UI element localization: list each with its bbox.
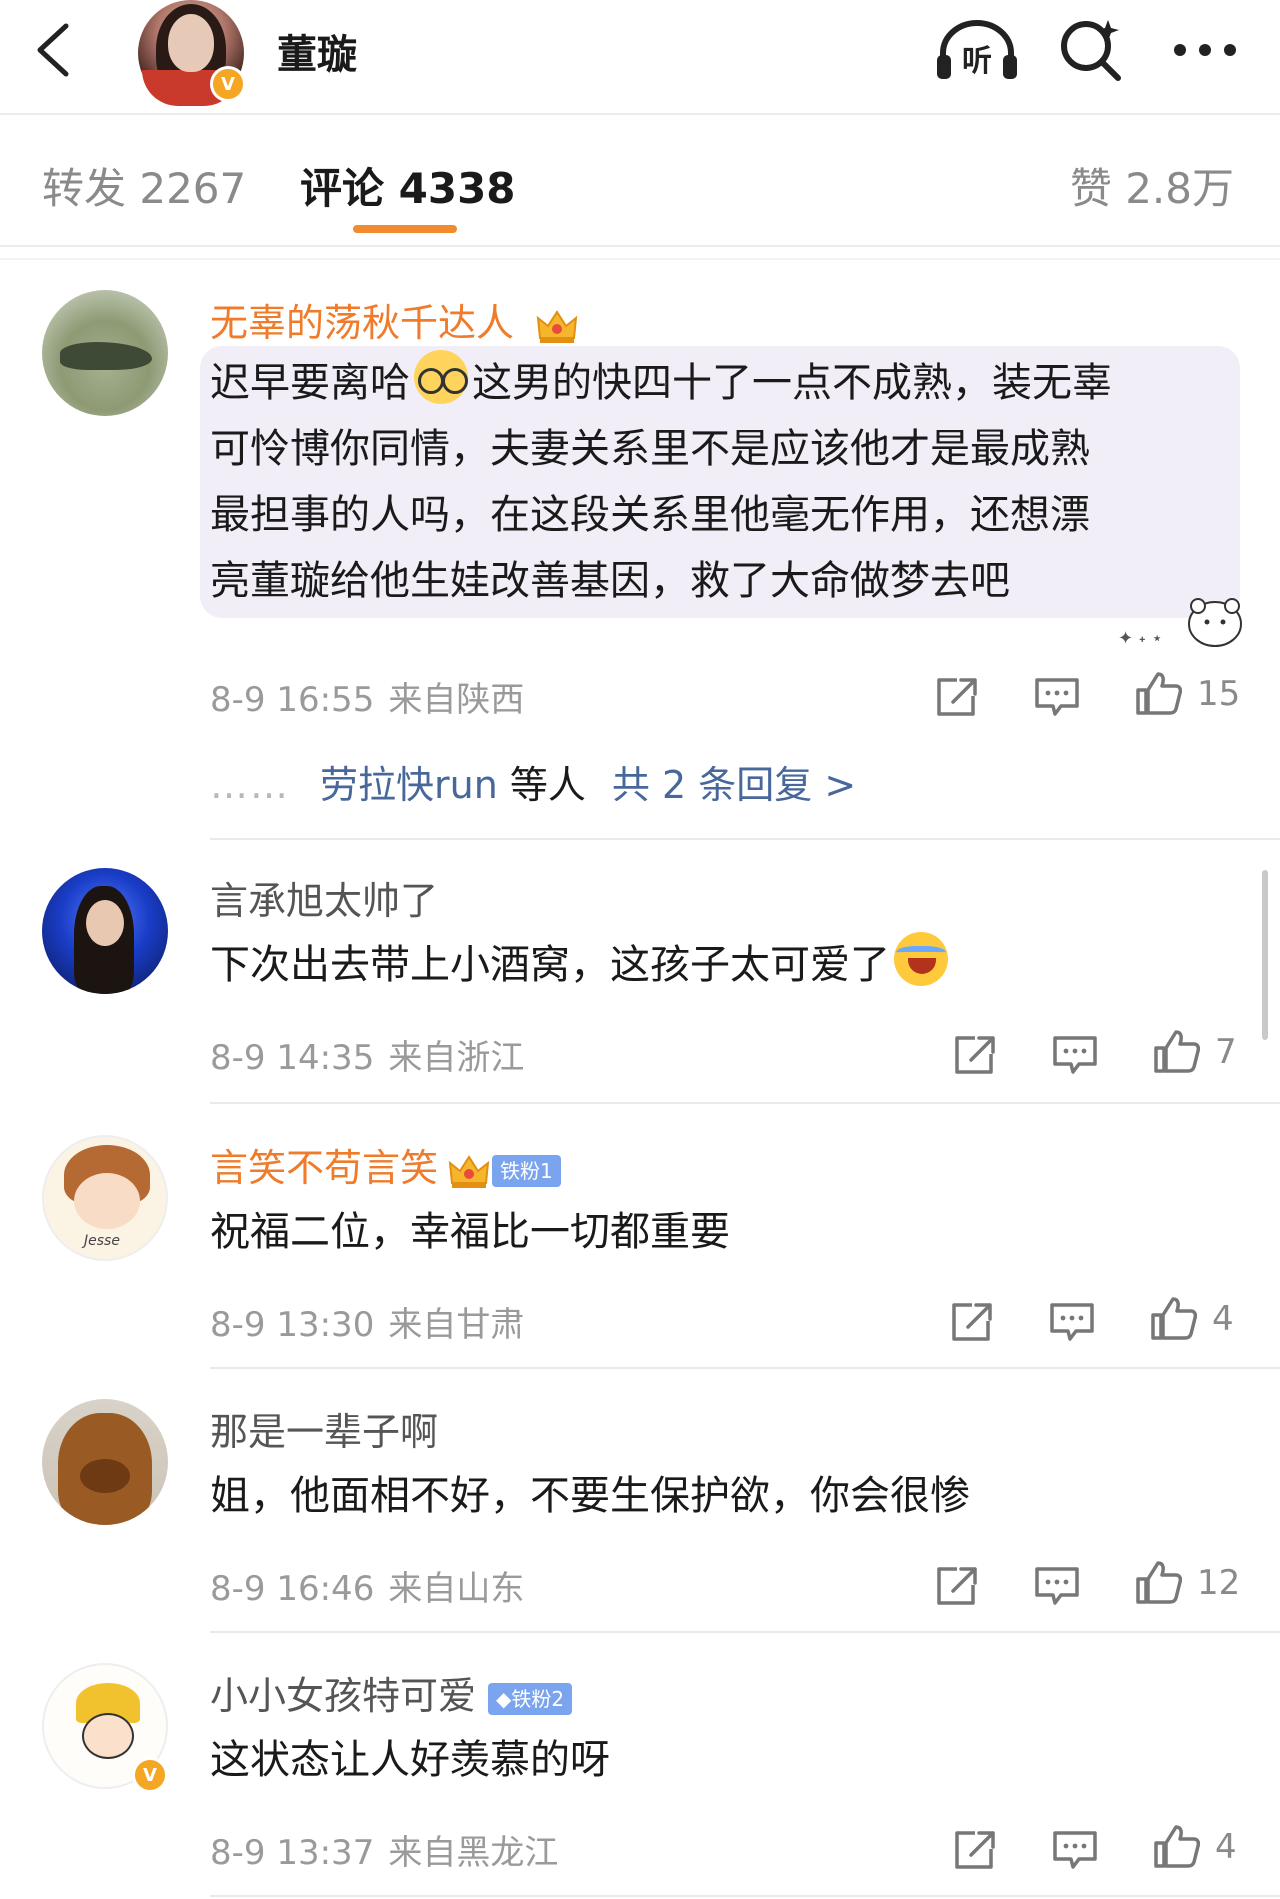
back-arrow-icon[interactable] [30,20,80,80]
like-count[interactable]: 7 [1215,1032,1237,1072]
verified-badge-icon: V [210,66,246,102]
commenter-avatar[interactable] [42,868,168,994]
commenter-name[interactable]: 言笑不苟言笑 铁粉1 [210,1137,561,1192]
commenter-name[interactable]: 无辜的荡秋千达人 [210,292,578,347]
crown-icon [536,309,578,343]
comment-item: Jesse 言笑不苟言笑 铁粉1 祝福二位，幸福比一切都重要 8-9 13:30… [0,1105,1280,1369]
comment-meta: 8-9 13:30 来自甘肃 [210,1297,524,1346]
like-count[interactable]: 15 [1197,674,1240,714]
reply-comment-icon[interactable] [1033,1563,1081,1609]
repost-icon[interactable] [951,1827,999,1873]
reply-comment-icon[interactable] [1051,1032,1099,1078]
comment-item: 无辜的荡秋千达人 迟早要离哈 这男的快四十了一点不成熟，装无辜 可怜博你同情，夫妻… [0,260,1280,840]
comment-item: 言承旭太帅了 下次出去带上小酒窝，这孩子太可爱了 8-9 14:35 来自浙江 7 [0,840,1280,1105]
commenter-name[interactable]: 小小女孩特可爱 ◆铁粉2 [210,1665,573,1720]
commenter-avatar[interactable]: V [42,1663,168,1793]
tab-repost[interactable]: 转发 2267 [42,155,246,216]
more-dots-icon[interactable] [1170,30,1240,70]
commenter-name-text[interactable]: 小小女孩特可爱 [210,1674,476,1718]
comment-text: 这状态让人好羡慕的呀 [210,1737,610,1783]
user-name[interactable]: 董璇 [277,22,357,80]
active-tab-indicator [353,225,457,233]
fan-level-badge: ◆铁粉2 [488,1682,573,1715]
search-icon[interactable] [1058,16,1124,82]
like-thumb-icon[interactable] [1134,670,1182,716]
laugh-crying-emoji-icon [894,932,948,986]
comment-time: 8-9 16:46 [210,1569,375,1609]
bubble-bear-decoration-icon: ✦ ˖ ⋆ [1118,598,1242,649]
replies-ellipsis: …… [210,763,290,807]
comment-time: 8-9 13:37 [210,1833,375,1873]
comment-location: 来自黑龙江 [388,1833,559,1873]
scrollbar[interactable] [1262,870,1268,1040]
diamond-icon: ◆ [496,1686,512,1711]
svg-text:✦ ˖ ⋆: ✦ ˖ ⋆ [1118,628,1163,649]
comment-meta: 8-9 16:55 来自陕西 [210,672,524,721]
like-count[interactable]: 4 [1215,1827,1237,1867]
listen-headphones-icon[interactable]: 听 [935,15,1019,85]
view-replies-link[interactable]: …… 劳拉快run 等人共 2 条回复 > [210,754,856,809]
svg-text:听: 听 [962,44,992,79]
reply-user-names[interactable]: 劳拉快run [320,763,498,807]
tab-like[interactable]: 赞 2.8万 [1070,155,1234,216]
tab-bar: 转发 2267 评论 4338 赞 2.8万 [0,117,1280,247]
verified-badge-icon: V [132,1757,168,1793]
comment-location: 来自浙江 [388,1038,525,1078]
replies-others-label: 等人 [509,763,586,807]
comment-location: 来自陕西 [388,680,525,720]
comment-location: 来自山东 [388,1569,525,1609]
repost-icon[interactable] [933,674,981,720]
like-count[interactable]: 4 [1212,1299,1234,1339]
comment-time: 8-9 13:30 [210,1305,375,1345]
commenter-name-text[interactable]: 言笑不苟言笑 [210,1146,438,1190]
comment-time: 8-9 14:35 [210,1038,375,1078]
comment-item: 那是一辈子啊 姐，他面相不好，不要生保护欲，你会很惨 8-9 16:46 来自山东… [0,1369,1280,1633]
glasses-emoji-icon [414,350,468,404]
avatar-caption: Jesse [84,1233,120,1249]
like-thumb-icon[interactable] [1134,1559,1182,1605]
comment-item: V 小小女孩特可爱 ◆铁粉2 这状态让人好羡慕的呀 8-9 13:37 来自黑龙江… [0,1633,1280,1899]
commenter-name-text[interactable]: 无辜的荡秋千达人 [210,301,514,345]
reply-comment-icon[interactable] [1048,1299,1096,1345]
like-thumb-icon[interactable] [1149,1295,1197,1341]
comment-meta: 8-9 13:37 来自黑龙江 [210,1825,558,1874]
repost-icon[interactable] [948,1299,996,1345]
reply-comment-icon[interactable] [1051,1827,1099,1873]
replies-total-label[interactable]: 共 2 条回复 > [612,763,856,807]
commenter-avatar[interactable]: Jesse [42,1135,168,1261]
comment-text: 下次出去带上小酒窝，这孩子太可爱了 [210,932,952,998]
commenter-avatar[interactable] [42,1399,168,1525]
fan-level-badge: 铁粉1 [492,1154,561,1187]
comment-text: 姐，他面相不好，不要生保护欲，你会很惨 [210,1473,970,1519]
commenter-avatar[interactable] [42,290,168,416]
comment-meta: 8-9 16:46 来自山东 [210,1561,524,1610]
like-thumb-icon[interactable] [1152,1823,1200,1869]
comment-divider [210,1895,1280,1897]
reply-comment-icon[interactable] [1033,674,1081,720]
comment-divider [210,1102,1280,1104]
commenter-name[interactable]: 那是一辈子啊 [210,1401,438,1456]
comment-text: 祝福二位，幸福比一切都重要 [210,1209,730,1255]
repost-icon[interactable] [933,1563,981,1609]
comment-time: 8-9 16:55 [210,680,375,720]
commenter-name[interactable]: 言承旭太帅了 [210,870,438,925]
comment-meta: 8-9 14:35 来自浙江 [210,1030,524,1079]
repost-icon[interactable] [951,1032,999,1078]
like-count[interactable]: 12 [1197,1563,1240,1603]
like-thumb-icon[interactable] [1152,1028,1200,1074]
crown-icon [448,1154,490,1188]
user-avatar[interactable]: V [138,0,246,106]
comment-text: 迟早要离哈 这男的快四十了一点不成熟，装无辜 可怜博你同情，夫妻关系里不是应该他才… [210,350,1112,614]
top-bar: V 董璇 听 [0,0,1280,115]
comment-location: 来自甘肃 [388,1305,525,1345]
